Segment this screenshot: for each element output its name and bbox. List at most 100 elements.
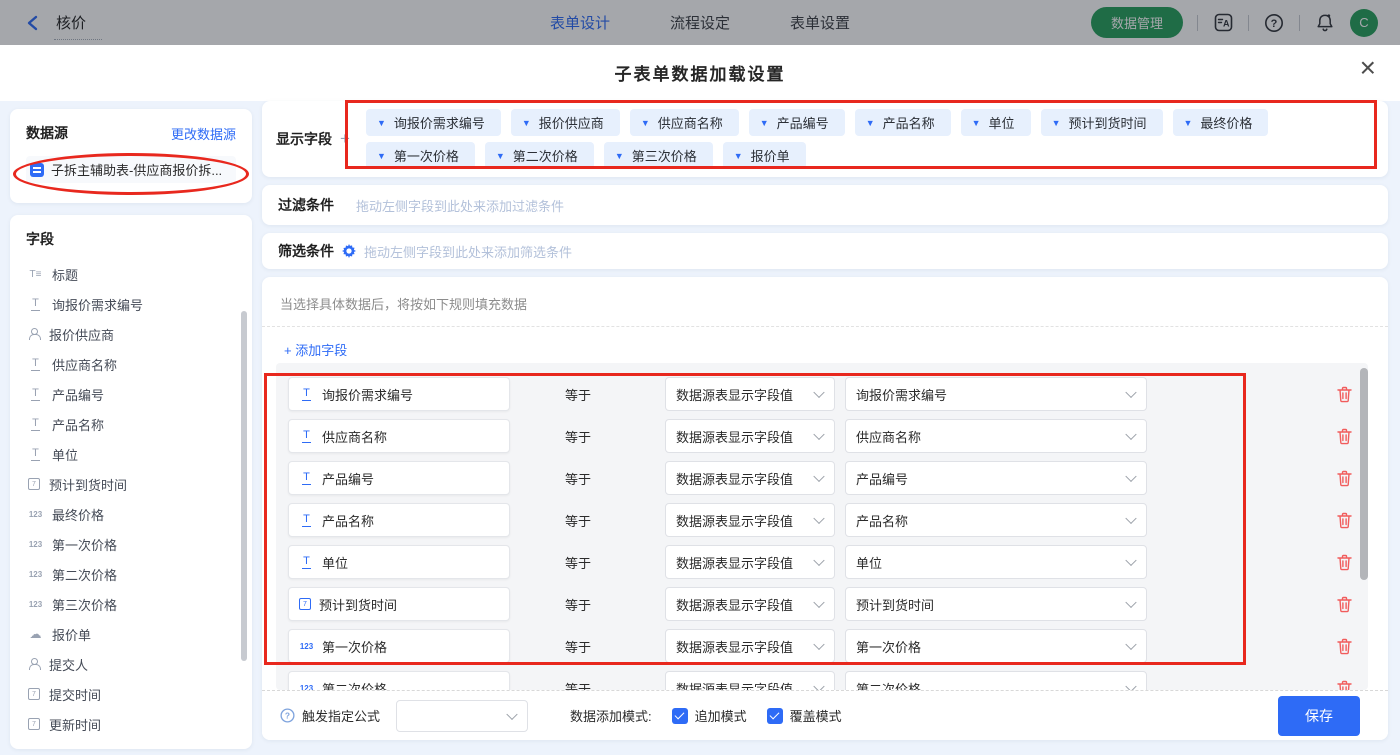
mode-option[interactable]: 追加模式 xyxy=(672,706,747,725)
translate-icon[interactable]: A xyxy=(1212,12,1234,34)
delete-rule-icon[interactable] xyxy=(1337,596,1352,613)
field-list-item[interactable]: 产品编号 xyxy=(10,379,252,409)
display-field-tag[interactable]: ▼产品名称 xyxy=(855,109,951,136)
field-list-item[interactable]: 产品名称 xyxy=(10,409,252,439)
rule-row: 询报价需求编号 等于 数据源表显示字段值 询报价需求编号 xyxy=(288,377,1368,411)
rule-source-select[interactable]: 数据源表显示字段值 xyxy=(665,377,835,411)
display-field-tag[interactable]: ▼产品编号 xyxy=(749,109,845,136)
display-field-tag[interactable]: ▼最终价格 xyxy=(1173,109,1269,136)
rule-target-field[interactable]: 产品名称 xyxy=(288,503,510,537)
rule-value-select[interactable]: 单位 xyxy=(845,545,1147,579)
rule-value-select[interactable]: 第二次价格 xyxy=(845,671,1147,690)
tag-label: 供应商名称 xyxy=(658,113,723,132)
checkbox-icon[interactable] xyxy=(672,708,688,724)
rule-value-select[interactable]: 产品编号 xyxy=(845,461,1147,495)
rule-source-select[interactable]: 数据源表显示字段值 xyxy=(665,671,835,690)
rule-target-field[interactable]: 第二次价格 xyxy=(288,671,510,690)
field-list-item[interactable]: 提交人 xyxy=(10,649,252,679)
display-field-tag[interactable]: ▼询报价需求编号 xyxy=(366,109,501,136)
display-field-tag[interactable]: ▼第二次价格 xyxy=(485,142,594,169)
display-fields-panel: 显示字段 + ▼询报价需求编号▼报价供应商▼供应商名称▼产品编号▼产品名称▼单位… xyxy=(262,101,1388,177)
delete-rule-icon[interactable] xyxy=(1337,554,1352,571)
datasource-selected-item[interactable]: 子拆主辅助表-供应商报价拆... xyxy=(26,156,236,183)
rules-scrollbar-thumb[interactable] xyxy=(1360,368,1368,580)
delete-rule-icon[interactable] xyxy=(1337,512,1352,529)
save-button[interactable]: 保存 xyxy=(1278,696,1360,736)
rules-hint-text: 当选择具体数据后，将按如下规则填充数据 xyxy=(262,277,1388,326)
rule-value-select[interactable]: 询报价需求编号 xyxy=(845,377,1147,411)
topbar-tab[interactable]: 表单设置 xyxy=(790,12,850,33)
add-field-link[interactable]: + 添加字段 xyxy=(262,327,347,359)
rule-target-field[interactable]: 单位 xyxy=(288,545,510,579)
back-icon[interactable] xyxy=(22,12,44,34)
display-field-tag[interactable]: ▼第三次价格 xyxy=(604,142,713,169)
gear-icon[interactable] xyxy=(342,244,356,258)
fields-scrollbar-thumb[interactable] xyxy=(241,311,247,661)
form-name[interactable]: 核价 xyxy=(56,12,86,33)
tag-label: 产品编号 xyxy=(777,113,829,132)
subform-data-load-modal: 子表单数据加载设置 × 数据源 更改数据源 子拆主辅助表-供应商报价拆... 字… xyxy=(0,45,1400,755)
rule-target-field[interactable]: 产品编号 xyxy=(288,461,510,495)
notification-bell-icon[interactable] xyxy=(1314,12,1336,34)
rule-source-select[interactable]: 数据源表显示字段值 xyxy=(665,545,835,579)
delete-rule-icon[interactable] xyxy=(1337,386,1352,403)
delete-rule-icon[interactable] xyxy=(1337,470,1352,487)
user-avatar[interactable]: C xyxy=(1350,9,1378,37)
field-list-item[interactable]: 报价单 xyxy=(10,619,252,649)
topbar-tab[interactable]: 表单设计 xyxy=(550,12,610,33)
rule-operator: 等于 xyxy=(565,679,621,691)
display-field-tag[interactable]: ▼单位 xyxy=(961,109,1031,136)
rule-source-select[interactable]: 数据源表显示字段值 xyxy=(665,419,835,453)
rule-target-field[interactable]: 第一次价格 xyxy=(288,629,510,663)
field-list-item[interactable]: 提交时间 xyxy=(10,679,252,709)
sieve-dropzone[interactable]: 拖动左侧字段到此处来添加筛选条件 xyxy=(364,242,572,261)
field-list-item[interactable]: 第一次价格 xyxy=(10,529,252,559)
field-type-icon xyxy=(28,298,43,311)
rule-source-select[interactable]: 数据源表显示字段值 xyxy=(665,503,835,537)
rule-value-select[interactable]: 预计到货时间 xyxy=(845,587,1147,621)
rule-value-select[interactable]: 第一次价格 xyxy=(845,629,1147,663)
field-list-item[interactable]: 第三次价格 xyxy=(10,589,252,619)
display-field-tag[interactable]: ▼第一次价格 xyxy=(366,142,475,169)
mode-option[interactable]: 覆盖模式 xyxy=(767,706,842,725)
field-list-item[interactable]: 第二次价格 xyxy=(10,559,252,589)
field-list-item[interactable]: 标题 xyxy=(10,259,252,289)
rule-target-field[interactable]: 询报价需求编号 xyxy=(288,377,510,411)
display-field-tag[interactable]: ▼报价单 xyxy=(723,142,806,169)
mode-checkbox-group: 追加模式 覆盖模式 xyxy=(652,706,842,725)
rule-value-select[interactable]: 供应商名称 xyxy=(845,419,1147,453)
checkbox-icon[interactable] xyxy=(767,708,783,724)
question-circle-icon[interactable]: ? xyxy=(280,708,295,723)
rule-target-field[interactable]: 供应商名称 xyxy=(288,419,510,453)
display-field-tag[interactable]: ▼报价供应商 xyxy=(511,109,620,136)
formula-select[interactable] xyxy=(396,700,528,732)
change-datasource-link[interactable]: 更改数据源 xyxy=(171,124,236,143)
delete-rule-icon[interactable] xyxy=(1337,638,1352,655)
display-field-tag[interactable]: ▼预计到货时间 xyxy=(1041,109,1163,136)
help-icon[interactable]: ? xyxy=(1263,12,1285,34)
rule-value-select[interactable]: 产品名称 xyxy=(845,503,1147,537)
field-list-item[interactable]: 报价供应商 xyxy=(10,319,252,349)
field-list-item[interactable]: 更新时间 xyxy=(10,709,252,739)
topbar-tab[interactable]: 流程设定 xyxy=(670,12,730,33)
field-list-item[interactable]: 预计到货时间 xyxy=(10,469,252,499)
rule-source-select[interactable]: 数据源表显示字段值 xyxy=(665,461,835,495)
delete-rule-icon[interactable] xyxy=(1337,680,1352,691)
field-list-item[interactable]: 询报价需求编号 xyxy=(10,289,252,319)
divider xyxy=(1299,15,1300,31)
delete-rule-icon[interactable] xyxy=(1337,428,1352,445)
rule-target-field[interactable]: 预计到货时间 xyxy=(288,587,510,621)
dropdown-triangle-icon: ▼ xyxy=(615,151,624,161)
close-icon[interactable]: × xyxy=(1360,51,1376,85)
field-list-item[interactable]: 单位 xyxy=(10,439,252,469)
rule-source-select[interactable]: 数据源表显示字段值 xyxy=(665,629,835,663)
dropdown-triangle-icon: ▼ xyxy=(972,118,981,128)
rule-source-select[interactable]: 数据源表显示字段值 xyxy=(665,587,835,621)
filter-dropzone[interactable]: 拖动左侧字段到此处来添加过滤条件 xyxy=(356,196,564,215)
field-label: 报价单 xyxy=(52,625,91,644)
add-display-field-icon[interactable]: + xyxy=(340,129,350,149)
field-list-item[interactable]: 供应商名称 xyxy=(10,349,252,379)
field-list-item[interactable]: 最终价格 xyxy=(10,499,252,529)
data-manage-button[interactable]: 数据管理 xyxy=(1091,7,1183,38)
display-field-tag[interactable]: ▼供应商名称 xyxy=(630,109,739,136)
